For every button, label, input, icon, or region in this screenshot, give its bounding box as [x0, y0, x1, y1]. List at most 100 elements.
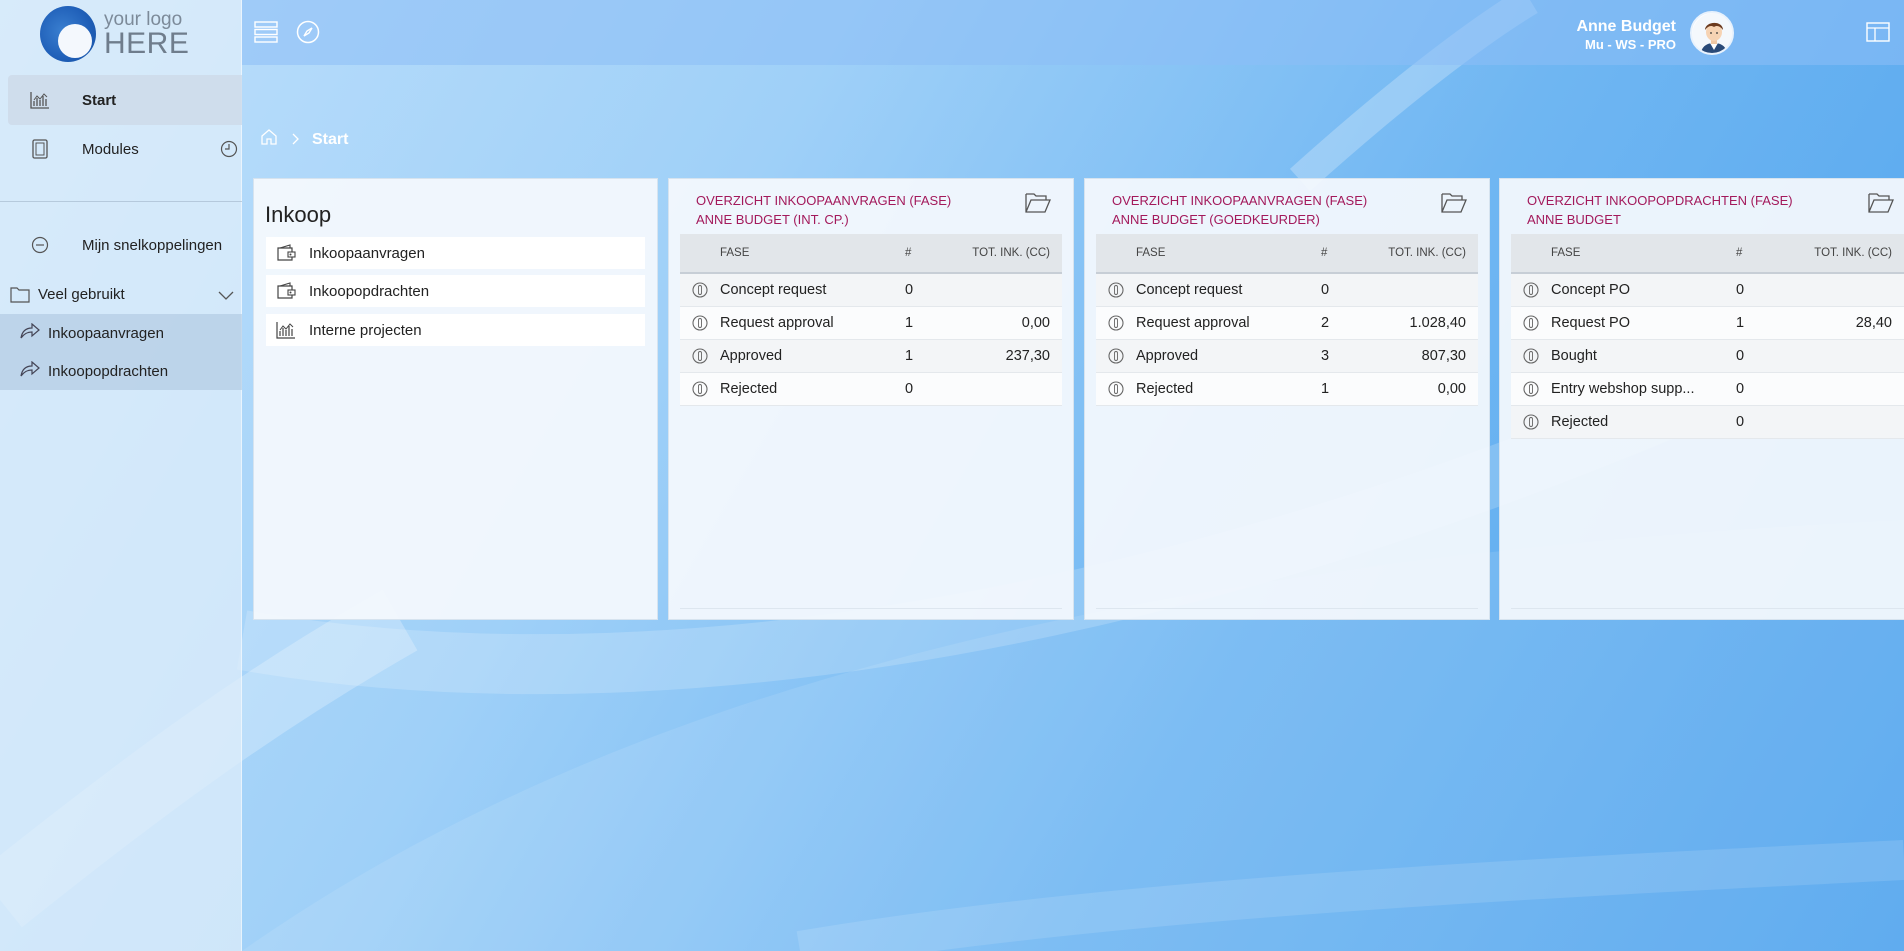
sidebar-item-start[interactable]: Start — [8, 75, 242, 125]
menu-item-interne-projecten[interactable]: Interne projecten — [266, 314, 645, 346]
panel-toggle-icon[interactable] — [1866, 22, 1890, 46]
cell-fase: Request PO — [1551, 315, 1630, 331]
chevron-right-icon — [292, 132, 300, 148]
shortcuts-toggle[interactable]: Mijn snelkoppelingen — [8, 220, 242, 270]
cell-count: 1 — [1736, 315, 1745, 331]
menu-item-inkoopopdrachten[interactable]: Inkoopopdrachten — [266, 275, 645, 307]
widget-title-line1: OVERZICHT INKOOPAANVRAGEN (FASE) — [696, 193, 952, 208]
folder-open-icon[interactable] — [1025, 192, 1051, 218]
user-info[interactable]: Anne Budget Mu - WS - PRO — [1576, 18, 1676, 52]
table-header: FASE # TOT. INK. (CC) — [1511, 234, 1904, 274]
clock-icon[interactable] — [220, 140, 238, 162]
widget-title[interactable]: OVERZICHT INKOOPAANVRAGEN (FASE) ANNE BU… — [1112, 191, 1412, 229]
cell-fase: Concept PO — [1551, 282, 1630, 298]
table-row[interactable]: Request approval 2 1.028,40 — [1096, 307, 1478, 340]
cell-total: 0,00 — [1021, 315, 1050, 331]
logo-line1: your logo — [104, 8, 183, 30]
cell-count: 0 — [1736, 282, 1745, 298]
menu-item-inkoopaanvragen[interactable]: Inkoopaanvragen — [266, 237, 645, 269]
sidebar-item-modules[interactable]: Modules — [8, 124, 242, 174]
folder-open-icon[interactable] — [1868, 192, 1894, 218]
sidebar-item-label: Modules — [82, 140, 139, 158]
cell-count: 1 — [1321, 381, 1330, 397]
widget-inkoopaanvragen-goedkeurder: OVERZICHT INKOOPAANVRAGEN (FASE) ANNE BU… — [1084, 178, 1490, 620]
info-icon[interactable] — [1511, 414, 1551, 430]
sidebar-divider — [0, 201, 242, 202]
table-row[interactable]: Concept request 0 — [680, 274, 1062, 307]
table-row[interactable]: Request approval 1 0,00 — [680, 307, 1062, 340]
home-icon[interactable] — [260, 128, 278, 151]
shortcut-inkoopaanvragen[interactable]: Inkoopaanvragen — [0, 314, 242, 352]
column-header-total[interactable]: TOT. INK. (CC) — [1351, 247, 1478, 259]
cell-total: 0,00 — [1437, 381, 1466, 397]
folder-open-icon[interactable] — [1441, 192, 1467, 218]
menu-list-icon[interactable] — [254, 20, 278, 48]
cell-total: 237,30 — [1005, 348, 1050, 364]
cell-total: 1.028,40 — [1409, 315, 1466, 331]
column-header-count[interactable]: # — [1736, 247, 1766, 259]
wallet-icon — [276, 282, 296, 300]
table-body: Concept request 0 Request approval 2 1.0… — [1096, 274, 1478, 406]
table-row[interactable]: Concept PO 0 — [1511, 274, 1904, 307]
share-arrow-icon — [20, 360, 40, 381]
user-role: Mu - WS - PRO — [1585, 37, 1676, 52]
info-icon[interactable] — [1511, 315, 1551, 331]
card-footer-line — [1511, 608, 1904, 609]
table-row[interactable]: Rejected 0 — [680, 373, 1062, 406]
compass-icon[interactable] — [296, 20, 320, 48]
info-icon[interactable] — [680, 282, 720, 298]
folder-icon — [10, 286, 30, 303]
shortcut-inkoopopdrachten[interactable]: Inkoopopdrachten — [0, 352, 242, 390]
column-header-total[interactable]: TOT. INK. (CC) — [935, 247, 1062, 259]
group-items: Inkoopaanvragen Inkoopopdrachten — [0, 314, 242, 390]
cell-count: 2 — [1321, 315, 1330, 331]
table-row[interactable]: Entry webshop supp... 0 — [1511, 373, 1904, 406]
table-row[interactable]: Concept request 0 — [1096, 274, 1478, 307]
cell-fase: Concept request — [720, 282, 827, 298]
info-icon[interactable] — [1096, 381, 1136, 397]
column-header-total[interactable]: TOT. INK. (CC) — [1766, 247, 1904, 259]
cell-fase: Rejected — [720, 381, 778, 397]
group-label: Veel gebruikt — [38, 285, 125, 303]
wallet-icon — [276, 244, 296, 262]
breadcrumb: Start — [260, 128, 348, 151]
column-header-fase[interactable]: FASE — [720, 247, 905, 259]
info-icon[interactable] — [680, 381, 720, 397]
table-row[interactable]: Request PO 1 28,40 — [1511, 307, 1904, 340]
column-header-fase[interactable]: FASE — [1136, 247, 1321, 259]
column-header-count[interactable]: # — [905, 247, 935, 259]
avatar[interactable] — [1690, 11, 1734, 55]
table-row[interactable]: Approved 3 807,30 — [1096, 340, 1478, 373]
widget-title[interactable]: OVERZICHT INKOOPOPDRACHTEN (FASE) ANNE B… — [1527, 191, 1827, 229]
cell-fase: Request approval — [1136, 315, 1250, 331]
cell-fase: Approved — [720, 348, 783, 364]
cell-fase: Entry webshop supp... — [1551, 381, 1695, 397]
table-row[interactable]: Bought 0 — [1511, 340, 1904, 373]
info-icon[interactable] — [1511, 282, 1551, 298]
widget-title-line2: ANNE BUDGET (GOEDKEURDER) — [1112, 212, 1320, 227]
column-header-fase[interactable]: FASE — [1551, 247, 1736, 259]
info-icon[interactable] — [1511, 348, 1551, 364]
breadcrumb-current: Start — [312, 130, 349, 148]
topbar: Anne Budget Mu - WS - PRO — [242, 0, 1904, 65]
info-icon[interactable] — [680, 348, 720, 364]
shortcuts-label: Mijn snelkoppelingen — [82, 236, 223, 254]
info-icon[interactable] — [1096, 348, 1136, 364]
widget-inkoopaanvragen-int-cp: OVERZICHT INKOOPAANVRAGEN (FASE) ANNE BU… — [668, 178, 1074, 620]
widget-title[interactable]: OVERZICHT INKOOPAANVRAGEN (FASE) ANNE BU… — [696, 191, 996, 229]
info-icon[interactable] — [1096, 315, 1136, 331]
column-header-count[interactable]: # — [1321, 247, 1351, 259]
cell-fase: Concept request — [1136, 282, 1243, 298]
cell-fase: Request approval — [720, 315, 834, 331]
widget-title-line1: OVERZICHT INKOOPAANVRAGEN (FASE) — [1112, 193, 1368, 208]
cell-count: 1 — [905, 315, 914, 331]
table-row[interactable]: Approved 1 237,30 — [680, 340, 1062, 373]
info-icon[interactable] — [680, 315, 720, 331]
group-veel-gebruikt[interactable]: Veel gebruikt — [0, 274, 242, 314]
widget-title-line2: ANNE BUDGET — [1527, 212, 1621, 227]
table-row[interactable]: Rejected 1 0,00 — [1096, 373, 1478, 406]
info-icon[interactable] — [1096, 282, 1136, 298]
cell-count: 0 — [1321, 282, 1330, 298]
table-row[interactable]: Rejected 0 — [1511, 406, 1904, 439]
info-icon[interactable] — [1511, 381, 1551, 397]
